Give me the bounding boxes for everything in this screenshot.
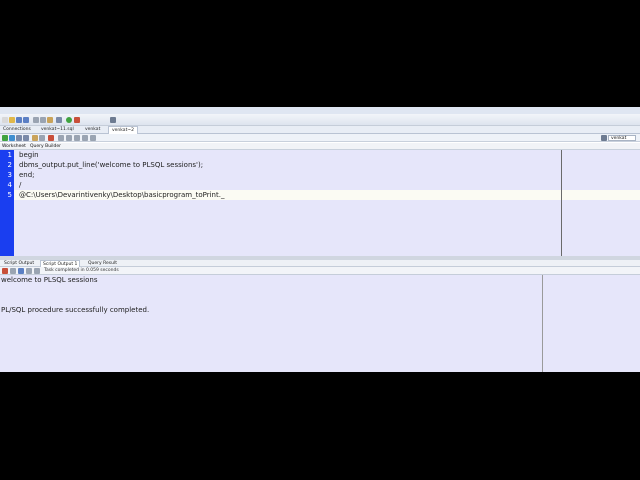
format-icon[interactable] xyxy=(58,135,64,141)
save-all-icon[interactable] xyxy=(23,117,29,123)
tab-connections[interactable]: Connections xyxy=(0,126,34,134)
new-file-icon[interactable] xyxy=(2,117,8,123)
pin-icon[interactable] xyxy=(2,268,8,274)
line-number: 2 xyxy=(7,161,12,169)
open-folder-icon[interactable] xyxy=(9,117,15,123)
right-margin-line xyxy=(561,150,562,256)
output-toolbar: Task completed in 0.059 seconds xyxy=(0,267,640,275)
output-margin-line xyxy=(542,275,543,372)
script-output-area[interactable]: welcome to PLSQL sessions PL/SQL procedu… xyxy=(0,275,640,372)
tab-venkat-2[interactable]: venkat~2 xyxy=(108,126,138,134)
copy-icon[interactable] xyxy=(40,117,46,123)
tools-icon[interactable] xyxy=(90,135,96,141)
line-number-gutter: 1 2 3 4 5 xyxy=(0,150,14,256)
explain-plan-icon[interactable] xyxy=(32,135,38,141)
tab-venkat[interactable]: venkat xyxy=(82,126,103,134)
run-script-icon[interactable] xyxy=(9,135,15,141)
tab-query-builder[interactable]: Query Builder xyxy=(28,143,63,150)
save-output-icon[interactable] xyxy=(18,268,24,274)
autotrace-icon[interactable] xyxy=(39,135,45,141)
sqldeveloper-window: Connections venkat~11.sql venkat venkat~… xyxy=(0,107,640,372)
clear-icon[interactable] xyxy=(48,135,54,141)
line-number: 4 xyxy=(7,181,12,189)
pin-icon-2[interactable] xyxy=(82,135,88,141)
sql-editor[interactable]: 1 2 3 4 5 begin dbms_output.put_line('we… xyxy=(0,150,640,256)
undo-icon[interactable] xyxy=(56,117,62,123)
paste-icon[interactable] xyxy=(47,117,53,123)
line-number: 5 xyxy=(7,191,12,199)
line-number: 1 xyxy=(7,151,12,159)
cut-icon[interactable] xyxy=(33,117,39,123)
editor-toolbar: venkat xyxy=(0,134,640,142)
worksheet-tabs: Worksheet Query Builder xyxy=(0,143,640,150)
code-line[interactable]: / xyxy=(19,180,21,190)
document-tabs: Connections venkat~11.sql venkat venkat~… xyxy=(0,126,640,134)
save-icon[interactable] xyxy=(16,117,22,123)
code-line[interactable]: begin xyxy=(19,150,39,160)
task-status: Task completed in 0.059 seconds xyxy=(44,268,119,273)
clear-output-icon[interactable] xyxy=(34,268,40,274)
run-statement-icon[interactable] xyxy=(2,135,8,141)
code-line[interactable]: dbms_output.put_line('welcome to PLSQL s… xyxy=(19,160,203,170)
menu-bar xyxy=(0,107,640,114)
history-icon[interactable] xyxy=(66,135,72,141)
rollback-icon[interactable] xyxy=(23,135,29,141)
output-tabs: Script Output Script Output 1 Query Resu… xyxy=(0,260,640,267)
main-toolbar xyxy=(0,114,640,126)
commit-icon[interactable] xyxy=(16,135,22,141)
code-line[interactable]: @C:\Users\Devarintivenky\Desktop\basicpr… xyxy=(19,190,224,200)
code-line[interactable]: end; xyxy=(19,170,35,180)
db-icon[interactable] xyxy=(110,117,116,123)
print-icon[interactable] xyxy=(26,268,32,274)
run-icon[interactable] xyxy=(66,117,72,123)
output-line: welcome to PLSQL sessions xyxy=(1,276,98,284)
output-line: PL/SQL procedure successfully completed. xyxy=(1,306,150,314)
database-icon xyxy=(601,135,607,141)
connection-selector[interactable]: venkat xyxy=(608,135,636,141)
tab-query-result[interactable]: Query Result xyxy=(86,260,119,267)
tab-venkat-11-sql[interactable]: venkat~11.sql xyxy=(38,126,77,134)
line-number: 3 xyxy=(7,171,12,179)
tab-worksheet[interactable]: Worksheet xyxy=(0,143,28,150)
pin-icon[interactable] xyxy=(74,135,80,141)
eraser-icon[interactable] xyxy=(10,268,16,274)
debug-icon[interactable] xyxy=(74,117,80,123)
tab-script-output-1[interactable]: Script Output 1 xyxy=(40,260,81,267)
tab-script-output[interactable]: Script Output xyxy=(2,260,36,267)
